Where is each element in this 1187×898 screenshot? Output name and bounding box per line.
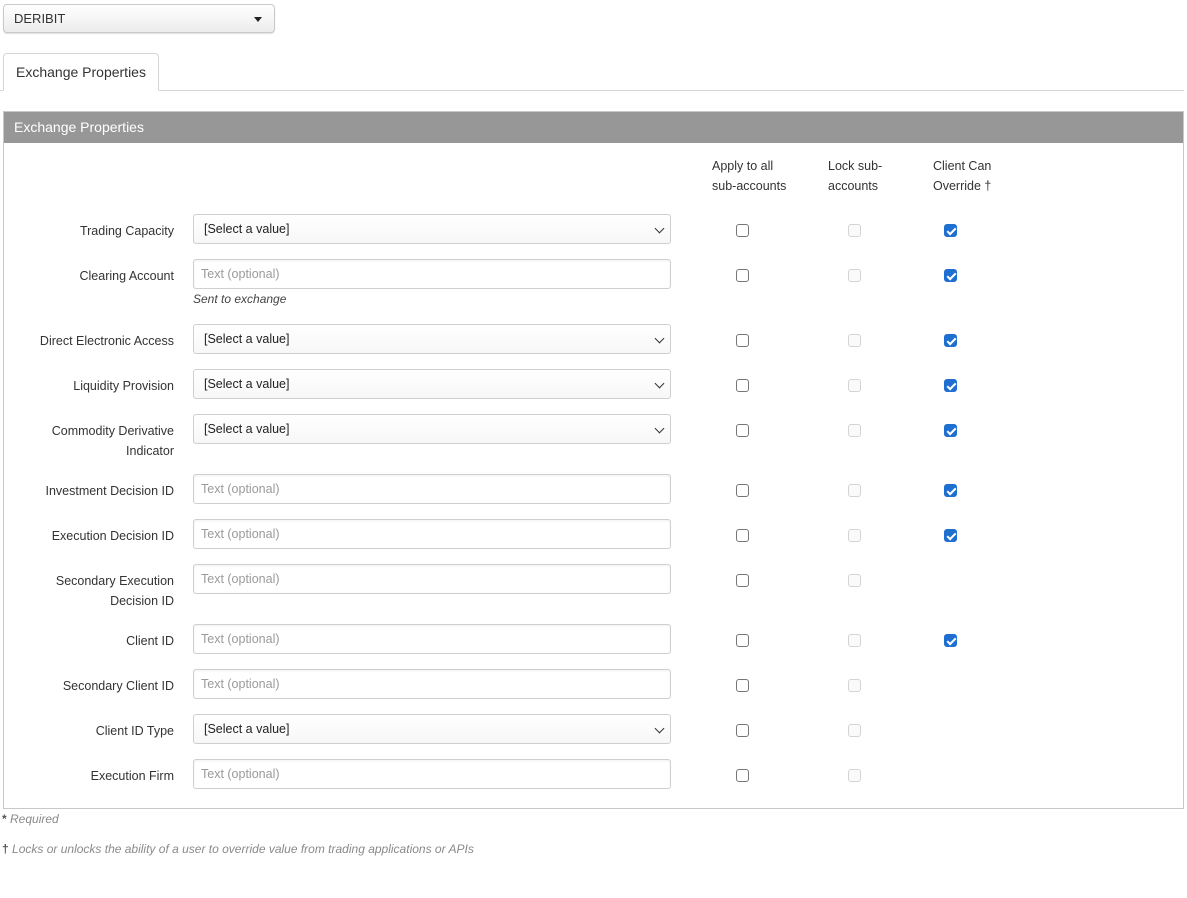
apply-to-all-checkbox[interactable] [736,769,749,782]
field-label: Liquidity Provision [73,379,174,393]
apply-to-all-checkbox[interactable] [736,334,749,347]
liquidity-provision-select[interactable]: [Select a value] [193,369,671,399]
investment-decision-id-input[interactable]: Text (optional) [193,474,671,504]
caret-down-icon [254,17,262,22]
apply-to-all-checkbox[interactable] [736,574,749,587]
apply-to-all-checkbox[interactable] [736,224,749,237]
field-label: Secondary Execution Decision ID [55,574,174,608]
form-row-liquidity-provision: Liquidity Provision [Select a value] [4,369,1183,399]
field-label: Client ID [126,634,174,648]
help-text: Sent to exchange [193,292,287,306]
field-label: Commodity Derivative Indicator [51,424,174,458]
column-header-lock: Lock sub- accounts [828,159,883,193]
field-label: Direct Electronic Access [39,334,174,348]
lock-sub-accounts-checkbox[interactable] [848,484,861,497]
client-override-checkbox[interactable] [944,269,957,282]
client-override-checkbox[interactable] [944,379,957,392]
lock-sub-accounts-checkbox[interactable] [848,574,861,587]
client-override-checkbox[interactable] [944,634,957,647]
lock-sub-accounts-checkbox[interactable] [848,679,861,692]
form-row-secondary-client-id: Secondary Client ID Text (optional) [4,669,1183,699]
lock-sub-accounts-checkbox[interactable] [848,379,861,392]
form-row-commodity-derivative-indicator: Commodity Derivative Indicator [Select a v… [4,414,1183,458]
client-override-checkbox[interactable] [944,484,957,497]
form-row-secondary-execution-decision-id: Secondary Execution Decision ID Text (opti… [4,564,1183,608]
direct-electronic-access-select[interactable]: [Select a value] [193,324,671,354]
form-row-direct-electronic-access: Direct Electronic Access [Select a value] [4,324,1183,354]
form-row-client-id: Client ID Text (optional) [4,624,1183,654]
chevron-down-icon [654,378,665,389]
client-id-input[interactable]: Text (optional) [193,624,671,654]
tab-divider [0,90,1184,91]
secondary-client-id-input[interactable]: Text (optional) [193,669,671,699]
execution-firm-input[interactable]: Text (optional) [193,759,671,789]
commodity-derivative-indicator-select[interactable]: [Select a value] [193,414,671,444]
form-row-execution-firm: Execution Firm Text (optional) [4,759,1183,789]
lock-sub-accounts-checkbox[interactable] [848,769,861,782]
field-label: Execution Firm [90,769,174,783]
apply-to-all-checkbox[interactable] [736,379,749,392]
chevron-down-icon [654,423,665,434]
exchange-dropdown[interactable]: DERIBIT [3,4,275,33]
clearing-account-input[interactable]: Text (optional) [193,259,671,289]
apply-to-all-checkbox[interactable] [736,634,749,647]
apply-to-all-checkbox[interactable] [736,269,749,282]
exchange-dropdown-value: DERIBIT [14,11,66,26]
field-label: Trading Capacity [79,224,174,238]
client-override-checkbox[interactable] [944,224,957,237]
column-header-client-override: Client Can Override † [933,159,992,193]
apply-to-all-checkbox[interactable] [736,724,749,737]
execution-decision-id-input[interactable]: Text (optional) [193,519,671,549]
lock-sub-accounts-checkbox[interactable] [848,634,861,647]
field-label: Client ID Type [95,724,174,738]
apply-to-all-checkbox[interactable] [736,529,749,542]
field-label: Investment Decision ID [45,484,174,498]
column-header-apply: Apply to all sub-accounts [712,159,787,193]
client-override-checkbox[interactable] [944,424,957,437]
chevron-down-icon [654,223,665,234]
apply-to-all-checkbox[interactable] [736,424,749,437]
apply-to-all-checkbox[interactable] [736,484,749,497]
chevron-down-icon [654,723,665,734]
panel-title: Exchange Properties [4,112,1183,143]
form-row-clearing-account: Clearing Account Text (optional) Sent to e… [4,259,1183,306]
field-label: Execution Decision ID [51,529,174,543]
client-id-type-select[interactable]: [Select a value] [193,714,671,744]
form-row-client-id-type: Client ID Type [Select a value] [4,714,1183,744]
lock-sub-accounts-checkbox[interactable] [848,724,861,737]
secondary-execution-decision-id-input[interactable]: Text (optional) [193,564,671,594]
field-label: Secondary Client ID [62,679,174,693]
form-row-investment-decision-id: Investment Decision ID Text (optional) [4,474,1183,504]
form-row-execution-decision-id: Execution Decision ID Text (optional) [4,519,1183,549]
lock-sub-accounts-checkbox[interactable] [848,224,861,237]
lock-sub-accounts-checkbox[interactable] [848,269,861,282]
client-override-checkbox[interactable] [944,334,957,347]
tab-exchange-properties[interactable]: Exchange Properties [3,53,159,91]
override-footnote: † Locks or unlocks the ability of a user… [2,842,474,856]
lock-sub-accounts-checkbox[interactable] [848,334,861,347]
apply-to-all-checkbox[interactable] [736,679,749,692]
lock-sub-accounts-checkbox[interactable] [848,424,861,437]
chevron-down-icon [654,333,665,344]
field-label: Clearing Account [79,269,174,283]
trading-capacity-select[interactable]: [Select a value] [193,214,671,244]
form-row-trading-capacity: Trading Capacity [Select a value] [4,214,1183,244]
client-override-checkbox[interactable] [944,529,957,542]
exchange-properties-panel: Exchange Properties Apply to all sub-acc… [3,111,1184,809]
lock-sub-accounts-checkbox[interactable] [848,529,861,542]
required-footnote: * Required [2,812,59,826]
